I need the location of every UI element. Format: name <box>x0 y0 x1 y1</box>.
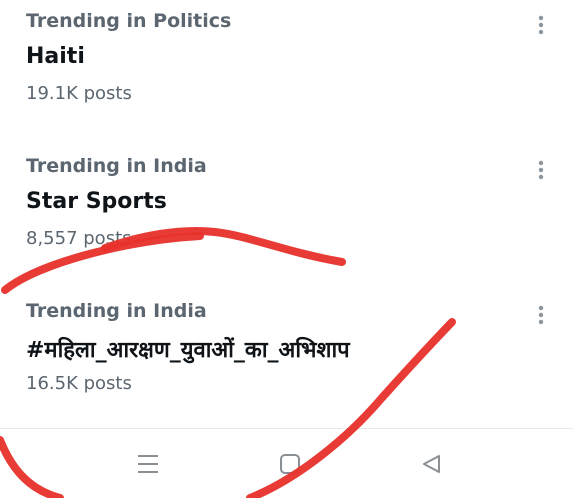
more-vertical-icon <box>538 160 544 180</box>
more-vertical-icon <box>538 15 544 35</box>
trend-name: Haiti <box>26 44 85 69</box>
system-navigation-bar <box>0 428 573 498</box>
recents-button[interactable] <box>133 449 163 479</box>
more-options-button[interactable] <box>530 12 552 38</box>
back-icon <box>423 455 440 473</box>
trend-item-haiti[interactable]: Trending in Politics Haiti 19.1K posts <box>0 10 573 130</box>
trend-post-count: 16.5K posts <box>26 373 132 394</box>
trend-item-mahila-aarakshan[interactable]: Trending in India #महिला_आरक्षण_युवाओं_क… <box>0 300 573 420</box>
more-vertical-icon <box>538 305 544 325</box>
trend-context: Trending in India <box>26 300 207 322</box>
back-button[interactable] <box>416 449 446 479</box>
trend-post-count: 19.1K posts <box>26 83 132 104</box>
more-options-button[interactable] <box>530 157 552 183</box>
trends-screen: Trending in Politics Haiti 19.1K posts T… <box>0 0 573 498</box>
home-icon <box>280 454 300 474</box>
recents-icon <box>138 455 158 473</box>
trend-context: Trending in India <box>26 155 207 177</box>
home-button[interactable] <box>275 449 305 479</box>
trend-name: Star Sports <box>26 189 167 214</box>
more-options-button[interactable] <box>530 302 552 328</box>
trend-name: #महिला_आरक्षण_युवाओं_का_अभिशाप <box>26 338 350 363</box>
trend-item-star-sports[interactable]: Trending in India Star Sports 8,557 post… <box>0 155 573 275</box>
trend-context: Trending in Politics <box>26 10 232 32</box>
trend-post-count: 8,557 posts <box>26 228 132 249</box>
